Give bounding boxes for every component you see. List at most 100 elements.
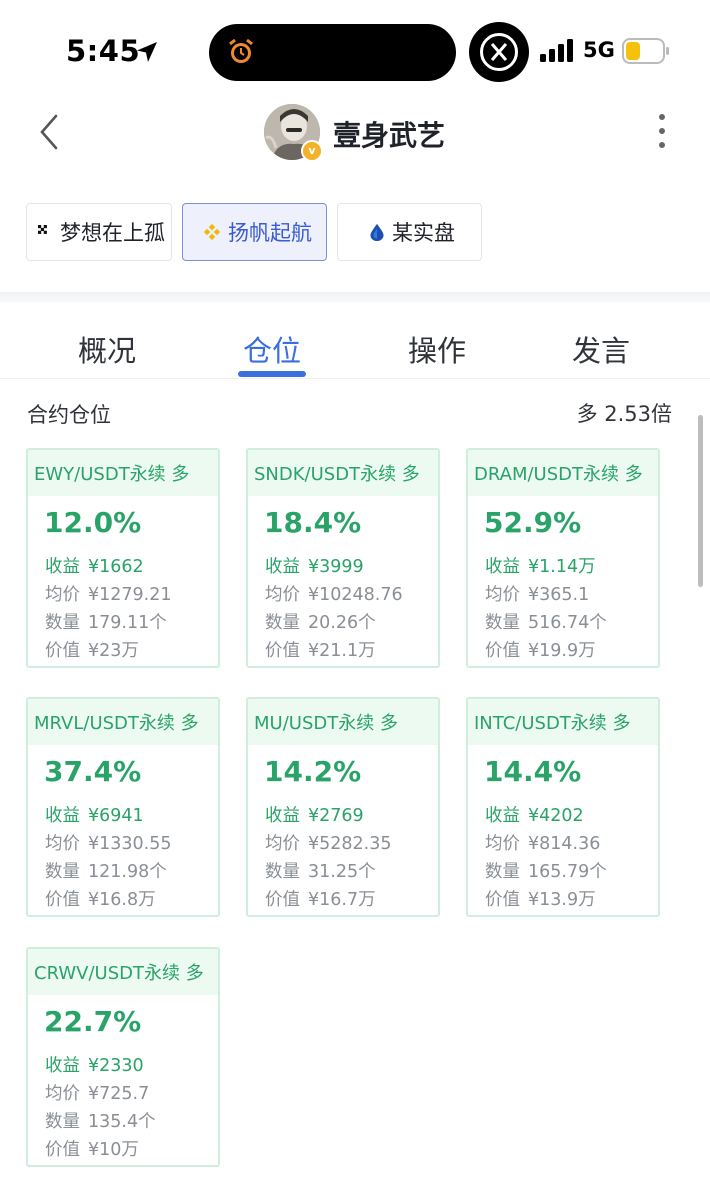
network-label: 5G <box>583 38 615 62</box>
value-label: 价值 <box>485 641 520 661</box>
card-symbol: EWY/USDT永续 多 <box>34 464 190 485</box>
quantity-value: 121.98个 <box>88 862 167 882</box>
card-value-row: 价值 ¥21.1万 <box>265 637 376 662</box>
value-value: ¥16.8万 <box>88 890 156 910</box>
quantity-label: 数量 <box>485 613 520 633</box>
account-chip-0[interactable]: 梦想在上孤 <box>26 203 172 261</box>
value-value: ¥21.1万 <box>308 641 376 661</box>
dynamic-island <box>209 24 456 81</box>
card-header: SNDK/USDT永续 多 <box>248 450 438 496</box>
position-card[interactable]: EWY/USDT永续 多 12.0% 收益 ¥1662 均价 ¥1279.21 数量… <box>26 448 220 668</box>
value-label: 价值 <box>45 890 80 910</box>
profit-value: ¥2330 <box>88 1056 144 1076</box>
account-chip-1[interactable]: 扬帆起航 <box>182 203 327 261</box>
droplet-icon <box>370 223 384 241</box>
position-card[interactable]: SNDK/USDT永续 多 18.4% 收益 ¥3999 均价 ¥10248.76 … <box>246 448 440 668</box>
account-chip-label: 扬帆起航 <box>228 221 312 245</box>
quantity-value: 179.11个 <box>88 613 167 633</box>
x-logo-icon <box>490 43 508 61</box>
card-avg-price-row: 均价 ¥10248.76 <box>265 581 403 606</box>
position-card[interactable]: MU/USDT永续 多 14.2% 收益 ¥2769 均价 ¥5282.35 数量 3… <box>246 697 440 917</box>
card-profit-row: 收益 ¥2330 <box>45 1052 144 1077</box>
tab-positions[interactable]: 仓位 <box>243 328 301 370</box>
card-return-pct: 12.0% <box>44 506 142 539</box>
profit-label: 收益 <box>45 557 80 577</box>
card-profit-row: 收益 ¥3999 <box>265 553 364 578</box>
card-header: MU/USDT永续 多 <box>248 699 438 745</box>
profit-label: 收益 <box>45 1056 80 1076</box>
value-value: ¥19.9万 <box>528 641 596 661</box>
avatar[interactable]: v <box>264 104 323 162</box>
profit-label: 收益 <box>265 806 300 826</box>
value-value: ¥16.7万 <box>308 890 376 910</box>
account-chip-label: 梦想在上孤 <box>60 221 165 245</box>
profit-value: ¥4202 <box>528 806 584 826</box>
tab-bar-border <box>0 378 710 379</box>
profit-value: ¥1662 <box>88 557 144 577</box>
avg-price-value: ¥725.7 <box>88 1084 150 1104</box>
card-value-row: 价值 ¥16.7万 <box>265 886 376 911</box>
verified-badge: v <box>301 140 323 162</box>
status-bar: 5:45 5G <box>0 0 710 100</box>
card-return-pct: 14.4% <box>484 755 582 788</box>
value-value: ¥23万 <box>88 641 139 661</box>
position-card[interactable]: DRAM/USDT永续 多 52.9% 收益 ¥1.14万 均价 ¥365.1 数量… <box>466 448 660 668</box>
quantity-value: 516.74个 <box>528 613 607 633</box>
tab-operations[interactable]: 操作 <box>408 328 466 370</box>
avg-price-label: 均价 <box>485 834 520 854</box>
value-label: 价值 <box>485 890 520 910</box>
avg-price-label: 均价 <box>45 1084 80 1104</box>
avg-price-value: ¥5282.35 <box>308 834 392 854</box>
avg-price-value: ¥1330.55 <box>88 834 172 854</box>
profit-value: ¥2769 <box>308 806 364 826</box>
card-value-row: 价值 ¥23万 <box>45 637 139 662</box>
tab-overview[interactable]: 概况 <box>78 328 136 370</box>
position-card[interactable]: MRVL/USDT永续 多 37.4% 收益 ¥6941 均价 ¥1330.55 数… <box>26 697 220 917</box>
quantity-label: 数量 <box>45 1112 80 1132</box>
card-avg-price-row: 均价 ¥365.1 <box>485 581 589 606</box>
profit-value: ¥3999 <box>308 557 364 577</box>
card-quantity-row: 数量 31.25个 <box>265 858 376 883</box>
card-avg-price-row: 均价 ¥1330.55 <box>45 830 172 855</box>
card-avg-price-row: 均价 ¥814.36 <box>485 830 600 855</box>
section-title: 合约仓位 <box>27 403 111 427</box>
account-chip-2[interactable]: 某实盘 <box>337 203 482 261</box>
tab-posts[interactable]: 发言 <box>572 328 630 370</box>
binance-diamond-icon <box>203 223 221 241</box>
vertical-ellipsis-icon[interactable] <box>654 112 670 152</box>
avg-price-label: 均价 <box>45 834 80 854</box>
card-symbol: MU/USDT永续 多 <box>254 713 398 734</box>
position-card[interactable]: CRWV/USDT永续 多 22.7% 收益 ¥2330 均价 ¥725.7 数量 1… <box>26 947 220 1167</box>
card-profit-row: 收益 ¥1.14万 <box>485 553 596 578</box>
location-arrow-icon <box>137 42 157 62</box>
quantity-label: 数量 <box>265 613 300 633</box>
alarm-clock-icon <box>229 38 253 63</box>
card-quantity-row: 数量 121.98个 <box>45 858 167 883</box>
card-profit-row: 收益 ¥1662 <box>45 553 144 578</box>
card-quantity-row: 数量 165.79个 <box>485 858 607 883</box>
profit-label: 收益 <box>485 806 520 826</box>
quantity-label: 数量 <box>45 862 80 882</box>
card-return-pct: 18.4% <box>264 506 362 539</box>
profit-value: ¥6941 <box>88 806 144 826</box>
card-value-row: 价值 ¥13.9万 <box>485 886 596 911</box>
card-symbol: DRAM/USDT永续 多 <box>474 464 643 485</box>
card-symbol: SNDK/USDT永续 多 <box>254 464 420 485</box>
card-header: DRAM/USDT永续 多 <box>468 450 658 496</box>
card-value-row: 价值 ¥10万 <box>45 1136 139 1161</box>
back-chevron-icon[interactable] <box>34 110 64 154</box>
avg-price-value: ¥365.1 <box>528 585 590 605</box>
position-card[interactable]: INTC/USDT永续 多 14.4% 收益 ¥4202 均价 ¥814.36 数量… <box>466 697 660 917</box>
active-tab-indicator <box>238 371 306 377</box>
scrollbar[interactable] <box>698 415 703 587</box>
card-return-pct: 52.9% <box>484 506 582 539</box>
account-chip-label: 某实盘 <box>392 221 455 245</box>
card-return-pct: 22.7% <box>44 1005 142 1038</box>
card-symbol: CRWV/USDT永续 多 <box>34 963 204 984</box>
card-quantity-row: 数量 516.74个 <box>485 609 607 634</box>
quantity-label: 数量 <box>265 862 300 882</box>
profit-value: ¥1.14万 <box>528 557 596 577</box>
card-header: CRWV/USDT永续 多 <box>28 949 218 995</box>
avg-price-value: ¥1279.21 <box>88 585 172 605</box>
x-app-icon[interactable] <box>469 22 529 82</box>
